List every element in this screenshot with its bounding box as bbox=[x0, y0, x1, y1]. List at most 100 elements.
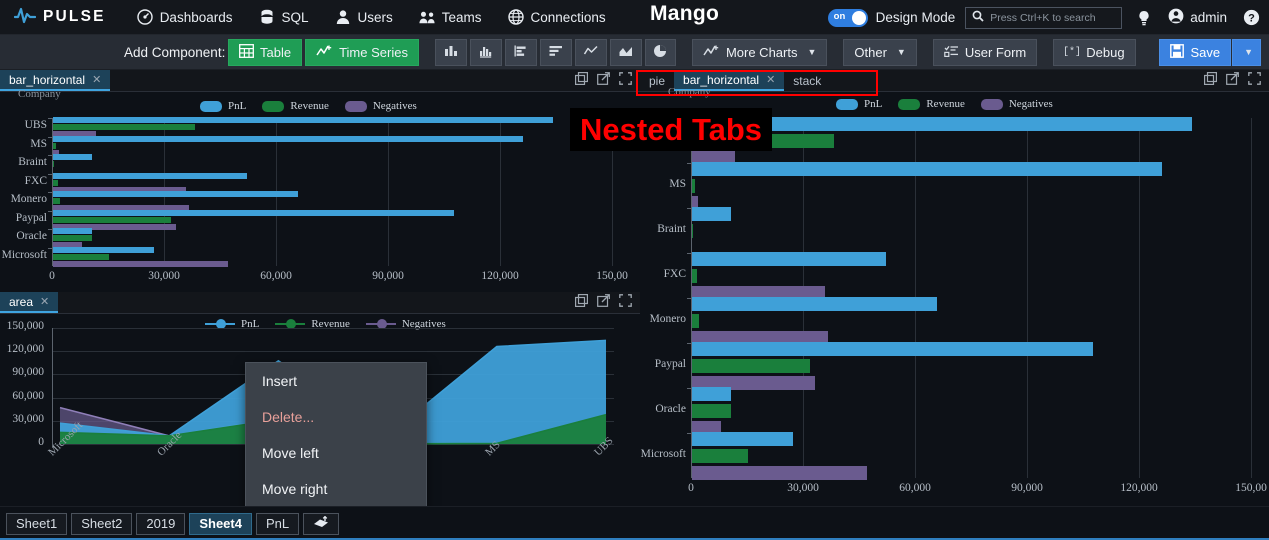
user-name: admin bbox=[1190, 10, 1227, 25]
context-menu-item-delete[interactable]: Delete... bbox=[246, 399, 426, 435]
document-title: Mango bbox=[650, 2, 720, 25]
right-panel-header-icons bbox=[1204, 70, 1269, 91]
more-charts-dropdown[interactable]: More Charts ▼ bbox=[691, 38, 828, 66]
context-menu-item-move-right[interactable]: Move right bbox=[246, 471, 426, 507]
legend-item-negatives: Negatives bbox=[344, 100, 417, 112]
fullscreen-icon[interactable] bbox=[1248, 71, 1261, 90]
add-bar-vertical-button[interactable] bbox=[434, 38, 467, 66]
tab-label: stack bbox=[793, 73, 822, 88]
nav-item-connections[interactable]: Connections bbox=[495, 0, 619, 35]
y-axis-tick-label: Microsoft bbox=[640, 447, 686, 460]
chevron-down-icon: ▼ bbox=[896, 47, 906, 57]
copy-icon[interactable] bbox=[1204, 71, 1217, 90]
dropdown-label: Other bbox=[854, 44, 887, 60]
panel-tab-area[interactable]: area ✕ bbox=[0, 292, 59, 313]
fullscreen-icon[interactable] bbox=[619, 293, 632, 312]
copy-icon[interactable] bbox=[575, 71, 588, 90]
time-series-icon bbox=[316, 44, 333, 61]
avatar-icon bbox=[1168, 8, 1184, 27]
other-dropdown[interactable]: Other ▼ bbox=[843, 38, 917, 66]
add-time-series-button[interactable]: Time Series bbox=[305, 38, 419, 66]
sheet-tab-sheet2[interactable]: Sheet2 bbox=[71, 512, 133, 535]
pulse-wave-icon bbox=[13, 6, 37, 29]
tab-label: pie bbox=[649, 73, 666, 88]
nav-item-users[interactable]: Users bbox=[322, 0, 406, 35]
add-sheet-icon bbox=[313, 515, 329, 531]
y-axis-tick-label: FXC bbox=[24, 174, 47, 187]
users-group-icon bbox=[419, 9, 436, 26]
y-axis-tick-label: Paypal bbox=[654, 357, 686, 370]
open-external-icon[interactable] bbox=[1226, 71, 1239, 90]
globe-icon bbox=[508, 9, 525, 26]
open-external-icon[interactable] bbox=[597, 293, 610, 312]
nav-item-teams[interactable]: Teams bbox=[406, 0, 495, 35]
x-axis-tick-label: 90,000 bbox=[1011, 482, 1043, 494]
add-sheet-button[interactable] bbox=[303, 512, 340, 535]
context-menu-item-move-left[interactable]: Move left bbox=[246, 435, 426, 471]
design-mode-label: Design Mode bbox=[875, 10, 956, 25]
bar-horizontal-icon bbox=[513, 44, 529, 61]
add-line-chart-button[interactable] bbox=[574, 38, 607, 66]
global-search[interactable] bbox=[965, 6, 1123, 29]
open-external-icon[interactable] bbox=[597, 71, 610, 90]
nav-item-dashboards[interactable]: Dashboards bbox=[124, 0, 246, 35]
add-bar-horizontal-sorted-button[interactable] bbox=[539, 38, 572, 66]
x-axis-tick-label: 30,000 bbox=[787, 482, 819, 494]
sheet-tab-pnl[interactable]: PnL bbox=[255, 512, 300, 535]
close-icon[interactable]: ✕ bbox=[766, 73, 775, 86]
debug-button[interactable]: [*] Debug bbox=[1053, 38, 1136, 66]
close-icon[interactable]: ✕ bbox=[40, 295, 49, 308]
question-circle-icon[interactable]: ? bbox=[1239, 6, 1263, 30]
bar bbox=[692, 341, 1094, 356]
left-panel-header-icons bbox=[575, 70, 640, 91]
y-axis-tick bbox=[687, 388, 691, 389]
copy-icon[interactable] bbox=[575, 293, 588, 312]
component-toolbar: Add Component: Table Time Series More Ch… bbox=[0, 35, 1269, 70]
y-axis-tick-label: Oracle bbox=[16, 230, 47, 243]
search-icon bbox=[972, 9, 984, 27]
line-chart-icon bbox=[583, 44, 599, 61]
left-bar-horizontal-chart[interactable]: Company PnL Revenue Negatives 0 30,000 60,… bbox=[0, 88, 640, 288]
add-bar-grouped-button[interactable] bbox=[469, 38, 502, 66]
chevron-down-icon: ▼ bbox=[807, 47, 817, 57]
nav-item-sql[interactable]: SQL bbox=[245, 0, 321, 35]
right-bar-horizontal-chart[interactable]: Company PnL Revenue Negatives 0 30,000 60,… bbox=[640, 86, 1269, 506]
design-mode-toggle[interactable]: on bbox=[827, 8, 868, 27]
sheet-tab-sheet4[interactable]: Sheet4 bbox=[189, 512, 252, 535]
legend-swatch bbox=[262, 100, 285, 112]
brand-name: PULSE bbox=[43, 8, 106, 25]
y-axis-tick bbox=[48, 173, 52, 175]
brand-logo[interactable]: PULSE bbox=[0, 6, 124, 29]
add-table-button[interactable]: Table bbox=[228, 38, 303, 66]
save-options-dropdown[interactable]: ▼ bbox=[1232, 38, 1261, 66]
panel-tab-stack[interactable]: stack bbox=[784, 70, 830, 91]
context-menu[interactable]: Insert Delete... Move left Move right bbox=[245, 362, 427, 508]
nav-label: SQL bbox=[281, 9, 309, 25]
fullscreen-icon[interactable] bbox=[619, 71, 632, 90]
y-axis-tick-label: Oracle bbox=[655, 402, 686, 415]
design-mode-toggle-group[interactable]: on Design Mode bbox=[827, 8, 956, 27]
nav-label: Connections bbox=[530, 9, 606, 25]
top-bar-right-group: on Design Mode admin bbox=[827, 0, 1263, 35]
sheet-tab-2019[interactable]: 2019 bbox=[136, 512, 186, 535]
lightbulb-icon[interactable] bbox=[1132, 6, 1156, 30]
add-bar-horizontal-button[interactable] bbox=[504, 38, 537, 66]
close-icon[interactable]: ✕ bbox=[92, 73, 101, 86]
toolbar-right-group: Save ▼ bbox=[1159, 38, 1269, 66]
legend-swatch bbox=[200, 100, 222, 112]
legend-label: Revenue bbox=[290, 100, 329, 112]
user-menu[interactable]: admin bbox=[1166, 8, 1229, 27]
chevron-down-icon: ▼ bbox=[1244, 47, 1253, 57]
user-form-button[interactable]: User Form bbox=[932, 38, 1038, 66]
user-icon bbox=[335, 9, 352, 26]
y-axis-tick-label: MS bbox=[30, 137, 47, 150]
save-button[interactable]: Save bbox=[1159, 38, 1232, 66]
add-pie-chart-button[interactable] bbox=[644, 38, 676, 66]
add-area-chart-button[interactable] bbox=[609, 38, 642, 66]
bar bbox=[53, 142, 56, 149]
axis-title: Company bbox=[668, 86, 711, 98]
dropdown-label: More Charts bbox=[725, 44, 798, 60]
sheet-tab-sheet1[interactable]: Sheet1 bbox=[6, 512, 68, 535]
search-input[interactable] bbox=[990, 11, 1116, 24]
context-menu-item-insert[interactable]: Insert bbox=[246, 363, 426, 399]
